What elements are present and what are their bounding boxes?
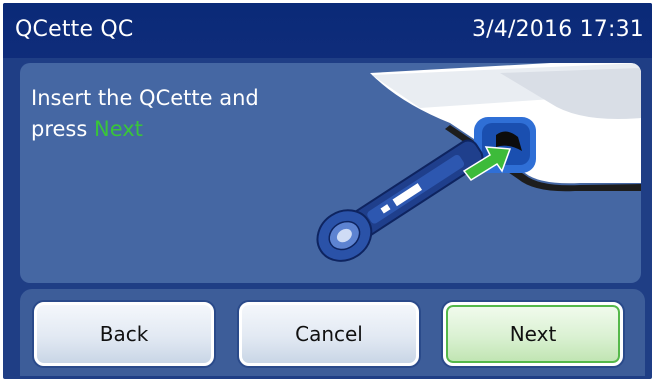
date-time: 3/4/2016 17:31 — [471, 17, 644, 42]
instruction-line-2: press Next — [31, 114, 311, 145]
screen-title: QCette QC — [15, 17, 134, 42]
back-button-label: Back — [99, 322, 149, 346]
instruction-press-text: press — [31, 117, 94, 141]
cancel-button[interactable]: Cancel — [239, 302, 419, 366]
title-bar: QCette QC 3/4/2016 17:31 — [3, 3, 652, 58]
instruction-line-1: Insert the QCette and — [31, 86, 259, 110]
next-button-label: Next — [509, 322, 557, 346]
instruction-text: Insert the QCette and press Next — [31, 83, 311, 145]
back-button[interactable]: Back — [34, 302, 214, 366]
cancel-button-label: Cancel — [295, 322, 363, 346]
next-highlight: Next — [93, 117, 143, 141]
next-button[interactable]: Next — [443, 302, 623, 366]
